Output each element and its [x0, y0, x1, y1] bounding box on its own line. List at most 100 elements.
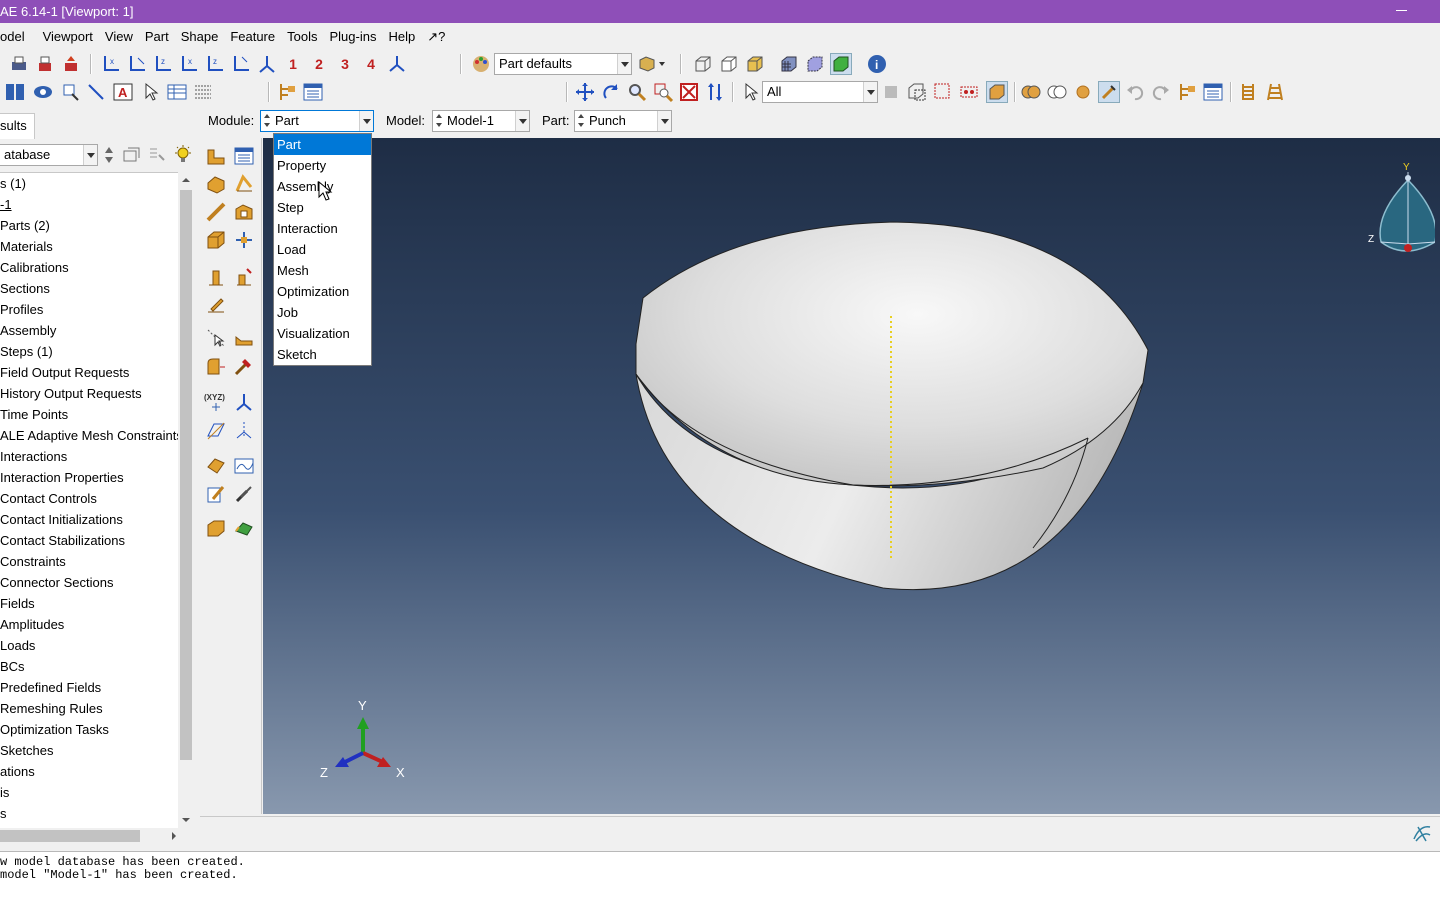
chevron-down-icon[interactable] — [863, 82, 877, 102]
database-select[interactable]: atabase — [0, 144, 98, 166]
menu-shape[interactable]: Shape — [175, 24, 225, 49]
context-help-icon[interactable]: ↗? — [421, 24, 451, 49]
sweep-icon[interactable] — [232, 172, 256, 196]
tree-item[interactable]: Contact Stabilizations — [0, 530, 178, 551]
cycle-views-icon[interactable] — [704, 81, 726, 103]
edit-feature-icon[interactable] — [204, 482, 228, 506]
filter-tree-icon[interactable] — [146, 144, 168, 166]
part-spinner[interactable] — [577, 112, 585, 130]
module-spinner[interactable] — [263, 112, 271, 130]
eye-icon[interactable] — [32, 81, 54, 103]
datum-csys-zx-icon[interactable]: x — [178, 53, 200, 75]
selection-arrow-icon[interactable] — [740, 81, 762, 103]
tree-item[interactable]: Sections — [0, 278, 178, 299]
scroll-down-icon[interactable] — [178, 812, 194, 828]
menu-plugins[interactable]: Plug-ins — [323, 24, 382, 49]
tree-item[interactable]: BCs — [0, 656, 178, 677]
repair-icon[interactable] — [232, 354, 256, 378]
mesh-shaded-icon[interactable] — [804, 53, 826, 75]
triad-icon[interactable] — [256, 53, 278, 75]
tree-item[interactable]: Amplitudes — [0, 614, 178, 635]
chevron-down-icon[interactable] — [359, 111, 373, 131]
color-code-icon[interactable] — [470, 53, 492, 75]
scroll-thumb[interactable] — [0, 830, 140, 842]
wireframe-icon[interactable] — [692, 53, 714, 75]
datum-point-icon[interactable] — [204, 264, 228, 288]
datum-csys-x-icon[interactable] — [126, 53, 148, 75]
tree-item[interactable]: Contact Initializations — [0, 509, 178, 530]
shaded-icon[interactable] — [744, 53, 766, 75]
expand-tree-icon[interactable] — [120, 144, 142, 166]
query-icon[interactable] — [60, 81, 82, 103]
print-icon[interactable] — [8, 53, 30, 75]
partition-icon[interactable] — [232, 228, 256, 252]
tree-item[interactable]: Assembly — [0, 320, 178, 341]
extrude-solid-icon[interactable] — [204, 172, 228, 196]
chevron-down-icon[interactable] — [617, 54, 631, 74]
datum-xyz-icon[interactable]: (XYZ) — [204, 390, 228, 414]
tree-item[interactable]: History Output Requests — [0, 383, 178, 404]
sort-updown-icon[interactable] — [102, 144, 116, 166]
layout-icon[interactable] — [4, 81, 26, 103]
tree-item[interactable]: Time Points — [0, 404, 178, 425]
view-2-button[interactable]: 2 — [308, 53, 330, 75]
menu-viewport[interactable]: Viewport — [31, 24, 99, 49]
tree-item[interactable]: Connector Sections — [0, 572, 178, 593]
virtual-topology-icon[interactable] — [204, 454, 228, 478]
boolean-union-icon[interactable] — [1020, 81, 1042, 103]
datum-axis2-icon[interactable] — [232, 418, 256, 442]
view-3-button[interactable]: 3 — [334, 53, 356, 75]
tree-item[interactable]: Sketches — [0, 740, 178, 761]
tree-item[interactable]: s — [0, 803, 178, 824]
part-manager-icon[interactable] — [232, 144, 256, 168]
chevron-down-icon[interactable] — [657, 111, 671, 131]
menu-help[interactable]: Help — [382, 24, 421, 49]
module-option-interaction[interactable]: Interaction — [274, 218, 371, 239]
viewport-canvas[interactable]: Y Z Y X Z — [263, 138, 1440, 814]
module-option-load[interactable]: Load — [274, 239, 371, 260]
hidden-line-icon[interactable] — [718, 53, 740, 75]
create-surface-icon[interactable] — [232, 516, 256, 540]
box-zoom-icon[interactable] — [652, 81, 674, 103]
module-option-sketch[interactable]: Sketch — [274, 344, 371, 365]
datum-csys-yz2-icon[interactable]: z — [204, 53, 226, 75]
redo-icon[interactable] — [1150, 81, 1172, 103]
select-rect-icon[interactable] — [932, 81, 954, 103]
create-set-icon[interactable] — [204, 516, 228, 540]
menu-model[interactable]: odel — [0, 24, 31, 49]
module-select[interactable]: Part — [260, 110, 374, 132]
hierarchy-icon[interactable] — [1176, 81, 1198, 103]
datum-plane-icon[interactable] — [204, 418, 228, 442]
bowl-part-model[interactable] — [635, 221, 1149, 591]
ruler-icon[interactable] — [1238, 81, 1260, 103]
auto-fit-icon[interactable] — [678, 81, 700, 103]
tree-item[interactable]: Interactions — [0, 446, 178, 467]
scroll-right-icon[interactable] — [172, 832, 176, 840]
tree-layout-icon[interactable] — [276, 81, 298, 103]
manager-icon[interactable] — [302, 81, 324, 103]
tree-vertical-scrollbar[interactable] — [178, 172, 194, 828]
tree-item[interactable]: -1 — [0, 194, 178, 215]
tree-item[interactable]: s (1) — [0, 173, 178, 194]
translucency-icon[interactable] — [830, 53, 852, 75]
tree-item[interactable]: ations — [0, 761, 178, 782]
view-compass-icon[interactable] — [1365, 164, 1435, 264]
tree-item[interactable]: Optimization Tasks — [0, 719, 178, 740]
tree-item[interactable]: Predefined Fields — [0, 677, 178, 698]
datum-csys-z-icon[interactable] — [230, 53, 252, 75]
render-style-select[interactable]: Part defaults — [494, 53, 632, 75]
module-option-job[interactable]: Job — [274, 302, 371, 323]
select-solid-icon[interactable] — [986, 81, 1008, 103]
chevron-down-icon[interactable] — [515, 111, 529, 131]
tree-item[interactable]: Profiles — [0, 299, 178, 320]
select-box-icon[interactable] — [906, 81, 928, 103]
tree-item[interactable]: Interaction Properties — [0, 467, 178, 488]
datum-csys-yz-icon[interactable]: z — [152, 53, 174, 75]
select-cursor-icon[interactable] — [140, 81, 162, 103]
selection-options-icon[interactable] — [880, 81, 902, 103]
text-annotation-icon[interactable]: A — [112, 81, 134, 103]
select-edge-icon[interactable] — [204, 326, 228, 350]
model-select[interactable]: Model-1 — [432, 110, 530, 132]
ladder-icon[interactable] — [1264, 81, 1286, 103]
render-mode-icon[interactable] — [636, 53, 668, 75]
